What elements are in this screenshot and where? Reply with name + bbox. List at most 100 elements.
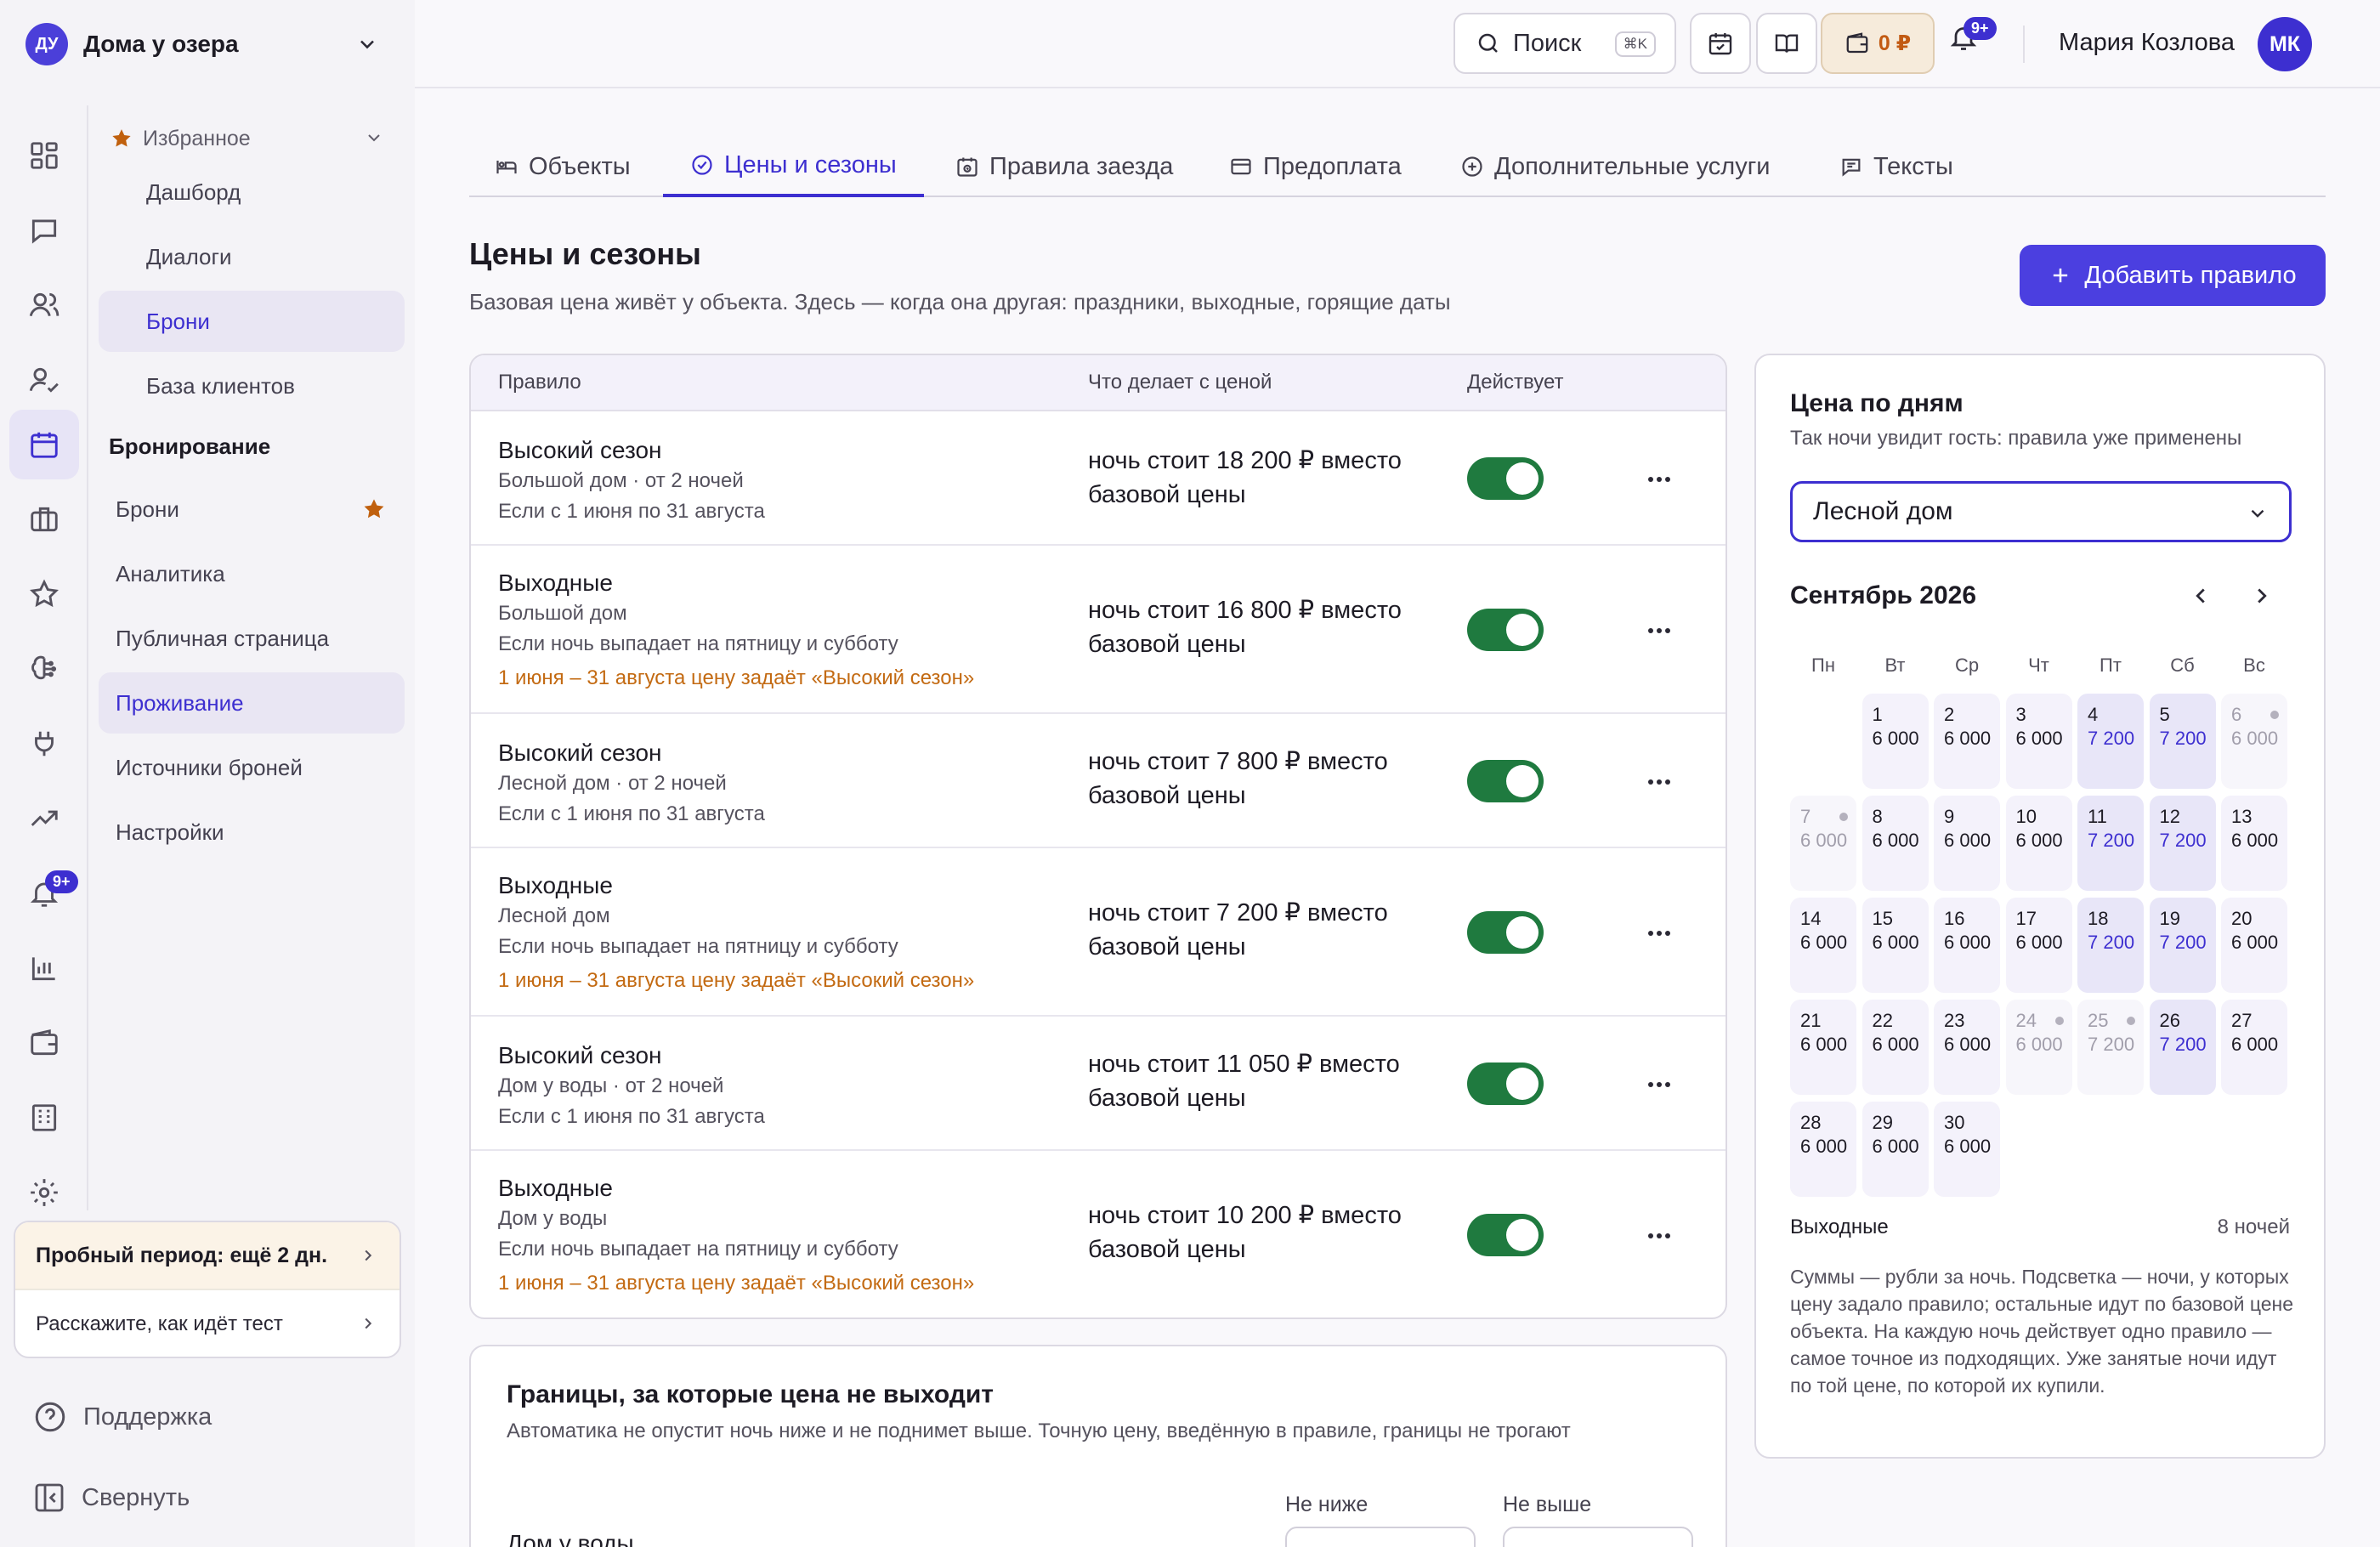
calendar-day[interactable]: 18 7 200 <box>2077 898 2144 993</box>
table-row[interactable]: Высокий сезон Большой дом · от 2 ночей Е… <box>471 411 1726 546</box>
calendar-day[interactable]: 21 6 000 <box>1790 1000 1856 1095</box>
trial-banner[interactable]: Пробный период: ещё 2 дн. <box>15 1222 400 1290</box>
calendar-subtitle: Так ночи увидит гость: правила уже приме… <box>1790 427 2242 450</box>
rule-active-toggle[interactable] <box>1467 911 1544 954</box>
calendar-day[interactable]: 13 6 000 <box>2221 796 2287 891</box>
sidebar-item-sources[interactable]: Источники броней <box>99 737 405 798</box>
favorite-dialogs[interactable]: Диалоги <box>99 226 405 287</box>
balance-button[interactable]: 0 ₽ <box>1821 13 1935 74</box>
calendar-day[interactable]: 23 6 000 <box>1934 1000 2000 1095</box>
calendar-day[interactable]: 12 7 200 <box>2149 796 2216 891</box>
calendar-day[interactable]: 11 7 200 <box>2077 796 2144 891</box>
sidebar-item-analytics[interactable]: Аналитика <box>99 543 405 604</box>
rule-active-toggle[interactable] <box>1467 457 1544 500</box>
table-row[interactable]: Высокий сезон Лесной дом · от 2 ночей Ес… <box>471 714 1726 848</box>
calendar-day[interactable]: 20 6 000 <box>2221 898 2287 993</box>
calendar-day[interactable]: 15 6 000 <box>1862 898 1929 993</box>
tab-texts[interactable]: Тексты <box>1839 136 1953 197</box>
rail-documents-button[interactable] <box>9 1083 79 1153</box>
rail-notifications-button[interactable]: 9+ <box>9 858 79 928</box>
add-rule-button[interactable]: Добавить правило <box>2020 245 2326 306</box>
rail-dialogs-button[interactable] <box>9 196 79 265</box>
rail-wallet-button[interactable] <box>9 1008 79 1078</box>
calendar-day[interactable]: 8 6 000 <box>1862 796 1929 891</box>
rule-more-button[interactable] <box>1637 1068 1681 1102</box>
user-name[interactable]: Мария Козлова <box>2059 29 2235 57</box>
rule-more-button[interactable] <box>1637 462 1681 496</box>
rule-active-toggle[interactable] <box>1467 609 1544 651</box>
calendar-day[interactable]: 7 6 000 <box>1790 796 1856 891</box>
table-row[interactable]: Выходные Дом у воды Если ночь выпадает н… <box>471 1151 1726 1318</box>
sidebar-item-public-page[interactable]: Публичная страница <box>99 608 405 669</box>
day-price: 6 000 <box>1872 728 1919 749</box>
rule-active-toggle[interactable] <box>1467 760 1544 802</box>
workspace-switcher[interactable]: ДУ Дома у озера <box>26 22 391 66</box>
rule-active-toggle[interactable] <box>1467 1214 1544 1256</box>
calendar-day[interactable]: 24 6 000 <box>2005 1000 2072 1095</box>
rail-team-button[interactable] <box>9 345 79 415</box>
rule-active-toggle[interactable] <box>1467 1062 1544 1105</box>
rail-dashboard-button[interactable] <box>9 121 79 190</box>
max-price-input[interactable] <box>1503 1527 1693 1547</box>
tab-checkin-rules[interactable]: Правила заезда <box>955 136 1173 197</box>
calendar-day[interactable]: 6 6 000 <box>2221 694 2287 789</box>
tab-prices[interactable]: Цены и сезоны <box>663 136 924 197</box>
sidebar-item-bookings[interactable]: Брони <box>99 479 405 540</box>
calendar-day[interactable]: 4 7 200 <box>2077 694 2144 789</box>
rule-more-button[interactable] <box>1637 1219 1681 1253</box>
favorite-dashboard[interactable]: Дашборд <box>99 162 405 223</box>
calendar-button[interactable] <box>1690 13 1751 74</box>
table-row[interactable]: Высокий сезон Дом у воды · от 2 ночей Ес… <box>471 1017 1726 1151</box>
rail-objects-button[interactable] <box>9 484 79 554</box>
calendar-day[interactable]: 19 7 200 <box>2149 898 2216 993</box>
favorite-star-icon[interactable] <box>362 497 386 521</box>
tab-extra-services[interactable]: Дополнительные услуги <box>1460 136 1771 197</box>
rule-more-button[interactable] <box>1637 614 1681 648</box>
rail-clients-button[interactable] <box>9 270 79 340</box>
rail-settings-button[interactable] <box>9 1158 79 1227</box>
guide-button[interactable] <box>1756 13 1817 74</box>
rail-booking-button[interactable] <box>9 410 79 479</box>
calendar-day[interactable]: 25 7 200 <box>2077 1000 2144 1095</box>
search-button[interactable]: Поиск ⌘K <box>1454 13 1676 74</box>
rule-more-button[interactable] <box>1637 765 1681 799</box>
rail-reviews-button[interactable] <box>9 559 79 629</box>
calendar-day[interactable]: 3 6 000 <box>2005 694 2072 789</box>
calendar-day[interactable]: 2 6 000 <box>1934 694 2000 789</box>
calendar-day[interactable]: 10 6 000 <box>2005 796 2072 891</box>
collapse-sidebar-button[interactable]: Свернуть <box>32 1481 190 1515</box>
tab-prepayment[interactable]: Предоплата <box>1229 136 1402 197</box>
min-price-input[interactable] <box>1285 1527 1476 1547</box>
avatar[interactable]: МК <box>2258 17 2312 71</box>
calendar-day[interactable]: 1 6 000 <box>1862 694 1929 789</box>
object-select[interactable]: Лесной дом <box>1790 481 2292 542</box>
prev-month-button[interactable] <box>2188 583 2213 609</box>
table-row[interactable]: Выходные Большой дом Если ночь выпадает … <box>471 546 1726 714</box>
calendar-day[interactable]: 5 7 200 <box>2149 694 2216 789</box>
sidebar-item-settings[interactable]: Настройки <box>99 802 405 863</box>
calendar-day[interactable]: 16 6 000 <box>1934 898 2000 993</box>
rule-more-button[interactable] <box>1637 916 1681 950</box>
favorites-header[interactable]: Избранное <box>110 119 391 158</box>
calendar-day[interactable]: 28 6 000 <box>1790 1102 1856 1197</box>
support-link[interactable]: Поддержка <box>32 1399 212 1435</box>
calendar-day[interactable]: 27 6 000 <box>2221 1000 2287 1095</box>
favorite-clients[interactable]: База клиентов <box>99 355 405 416</box>
tab-objects[interactable]: Объекты <box>495 136 631 197</box>
feedback-link[interactable]: Расскажите, как идёт тест <box>15 1290 400 1357</box>
next-month-button[interactable] <box>2249 583 2275 609</box>
table-row[interactable]: Выходные Лесной дом Если ночь выпадает н… <box>471 848 1726 1017</box>
favorite-bookings[interactable]: Брони <box>99 291 405 352</box>
rail-analytics-button[interactable] <box>9 784 79 853</box>
calendar-day[interactable]: 26 7 200 <box>2149 1000 2216 1095</box>
calendar-day[interactable]: 29 6 000 <box>1862 1102 1929 1197</box>
calendar-day[interactable]: 14 6 000 <box>1790 898 1856 993</box>
calendar-day[interactable]: 9 6 000 <box>1934 796 2000 891</box>
rail-reports-button[interactable] <box>9 933 79 1003</box>
calendar-day[interactable]: 22 6 000 <box>1862 1000 1929 1095</box>
calendar-day[interactable]: 17 6 000 <box>2005 898 2072 993</box>
rail-integrations-button[interactable] <box>9 709 79 779</box>
rail-ai-button[interactable] <box>9 634 79 704</box>
sidebar-item-accommodation[interactable]: Проживание <box>99 672 405 734</box>
calendar-day[interactable]: 30 6 000 <box>1934 1102 2000 1197</box>
